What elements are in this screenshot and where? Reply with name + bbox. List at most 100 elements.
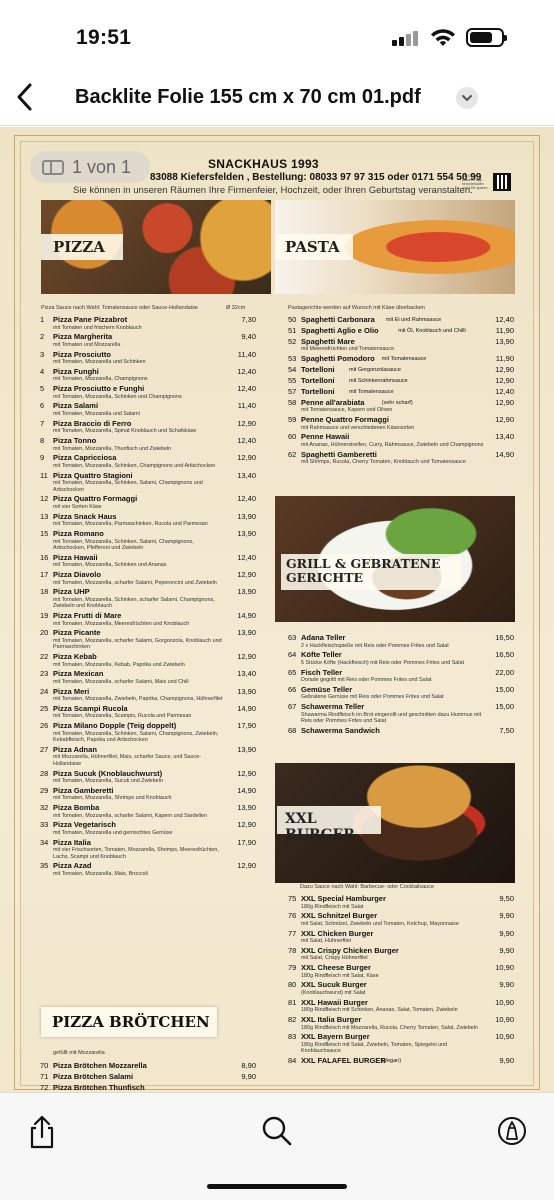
pizza-item-name: Pizza Picante xyxy=(53,628,101,638)
pizza-size-note: Ø 32cm xyxy=(226,305,246,311)
burger-item-price: 10,90 xyxy=(495,997,514,1007)
status-time: 19:51 xyxy=(76,26,132,49)
pizza-item-number: 12 xyxy=(40,494,49,504)
burger-item-name: XXL Cheese Burger xyxy=(301,963,371,973)
pizza-item: 18 Pizza UHP 13,90 mit Tomaten, Mozzarella,… xyxy=(40,587,256,609)
pasta-item-price: 12,40 xyxy=(495,386,514,396)
burger-item-number: 84 xyxy=(288,1056,297,1066)
grill-item: 64 Köfte Teller 16,50 5 Stücke Köfte (Hackf… xyxy=(288,650,514,666)
grill-item-name: Schawerma Teller xyxy=(301,702,365,712)
page-thumbnail-icon xyxy=(42,160,64,175)
pasta-item-number: 62 xyxy=(288,449,297,459)
home-indicator xyxy=(207,1184,347,1189)
cellular-signal-icon xyxy=(392,30,422,46)
pasta-item-price: 12,90 xyxy=(495,414,514,424)
pizza-item-number: 13 xyxy=(40,511,49,521)
grill-item-number: 66 xyxy=(288,684,297,694)
pizza-item-name: Pizza Prosciutto e Funghi xyxy=(53,384,145,394)
qr-code xyxy=(493,173,511,191)
burger-item: 76 XXL Schnitzel Burger 9,90 mit Salat, Sch… xyxy=(288,911,514,927)
burger-item: 78 XXL Crispy Chicken Burger 9,90 mit Salat… xyxy=(288,946,514,962)
pizza-item-price: 9,40 xyxy=(241,332,256,342)
pasta-item-name: Penne Quattro Formaggi xyxy=(301,414,389,424)
pizza-item-price: 17,90 xyxy=(237,837,256,847)
pizza-item: 12 Pizza Quattro Formaggi 12,40 mit vier So… xyxy=(40,494,256,510)
pizza-item: 7 Pizza Braccio di Ferro 12,90 mit Tomaten,… xyxy=(40,419,256,435)
pizza-item-number: 22 xyxy=(40,651,49,661)
pasta-note: Pastagerichte werden auf Wunsch mit Käse… xyxy=(288,305,425,311)
pizza-item-price: 13,90 xyxy=(237,803,256,813)
pizza-item-name: Pizza Meri xyxy=(53,686,90,696)
share-icon xyxy=(30,1115,54,1149)
page-indicator-text: 1 von 1 xyxy=(72,157,132,177)
pizza-item-name: Pizza Braccio di Ferro xyxy=(53,418,132,428)
burger-item-number: 83 xyxy=(288,1032,297,1042)
pizza-item-price: 13,90 xyxy=(237,528,256,538)
pizza-item-number: 20 xyxy=(40,628,49,638)
pasta-item-price: 11,90 xyxy=(495,354,514,364)
grill-heading: GRILL & GEBRATENE GERICHTE xyxy=(281,554,461,590)
pizza-item: 19 Pizza Frutti di Mare 14,90 mit Tomaten, … xyxy=(40,611,256,627)
pizza-item-number: 26 xyxy=(40,721,49,731)
pizza-item-name: Pizza Margherita xyxy=(53,332,113,342)
pizza-item-name: Pizza Italia xyxy=(53,837,91,847)
menu-poster: SNACKHAUS 1993 83088 Kiefersfelden , Bes… xyxy=(0,127,554,1092)
pizza-item-price: 11,40 xyxy=(237,349,256,359)
pizza-list: 1 Pizza Pane Pizzabrot 7,30 mit Tomaten und… xyxy=(40,315,256,879)
pizza-broetchen-item: 71 Pizza Brötchen Salami 9,90 xyxy=(40,1072,256,1082)
title-menu-button[interactable] xyxy=(456,87,478,109)
grill-item-number: 63 xyxy=(288,633,297,642)
pizza-item-name: Pizza Milano Dopple (Teig doppelt) xyxy=(53,721,177,731)
pizza-item-name: Pizza Hawaii xyxy=(53,552,98,562)
pizza-item-number: 15 xyxy=(40,528,49,538)
burger-item-name: XXL Schnitzel Burger xyxy=(301,911,378,921)
pizza-item-name: Pizza Gamberetti xyxy=(53,785,114,795)
grill-item-name: Fisch Teller xyxy=(301,667,343,677)
pizza-item: 4 Pizza Funghi 12,40 mit Tomaten, Mozzarell… xyxy=(40,367,256,383)
pasta-item-price: 12,90 xyxy=(495,375,514,385)
pasta-item-name: Spaghetti Pomodoro xyxy=(301,354,375,364)
pasta-item-number: 52 xyxy=(288,336,297,346)
grill-item: 68 Schawerma Sandwich 7,50 xyxy=(288,726,514,736)
share-button[interactable] xyxy=(22,1111,62,1151)
pizza-item-price: 12,90 xyxy=(237,861,256,871)
grill-item-price: 22,00 xyxy=(495,667,514,677)
battery-icon xyxy=(466,28,507,47)
back-button[interactable] xyxy=(10,80,42,114)
pasta-item-name: Spaghetti Carbonara xyxy=(301,315,375,324)
pizza-item-price: 14,90 xyxy=(237,610,256,620)
burger-item-name: XXL FALAFEL BURGER xyxy=(301,1056,386,1066)
pizza-broetchen-heading: PIZZA BRÖTCHEN xyxy=(41,1007,217,1037)
pizza-photo: PIZZA xyxy=(41,200,271,294)
burger-item-price: 9,90 xyxy=(499,911,514,921)
pizza-item-name: Pizza Capricciosa xyxy=(53,453,117,463)
pizza-item: 11 Pizza Quattro Stagioni 13,40 mit Tomaten… xyxy=(40,471,256,493)
pizza-item-price: 12,90 xyxy=(237,453,256,463)
burger-item-number: 79 xyxy=(288,963,297,973)
pizza-item-price: 11,40 xyxy=(237,401,256,411)
shop-address: 83088 Kiefersfelden , Bestellung: 08033 … xyxy=(150,172,482,183)
pizza-item: 13 Pizza Snack Haus 13,90 mit Tomaten, Mozz… xyxy=(40,512,256,528)
pasta-item-number: 58 xyxy=(288,397,297,407)
search-button[interactable] xyxy=(257,1111,297,1151)
pizza-item-number: 16 xyxy=(40,552,49,562)
pdf-page[interactable]: SNACKHAUS 1993 83088 Kiefersfelden , Bes… xyxy=(0,127,554,1092)
burger-item-name: XXL Italia Burger xyxy=(301,1015,362,1025)
pizza-item-price: 13,40 xyxy=(237,470,256,480)
pizza-item-name: Pizza Quattro Stagioni xyxy=(53,470,133,480)
markup-button[interactable] xyxy=(492,1111,532,1151)
pasta-item-number: 60 xyxy=(288,432,297,442)
shop-subtitle: Sie können in unseren Räumen Ihre Firmen… xyxy=(73,185,473,196)
grill-item: 63 Adana Teller 16,50 2 x Hackfleischspieße… xyxy=(288,633,514,649)
burger-item: 77 XXL Chicken Burger 9,90 mit Salat, Hühne… xyxy=(288,929,514,945)
pizza-item-name: Pizza Adnan xyxy=(53,744,97,754)
burger-item-price: 10,90 xyxy=(495,963,514,973)
burger-item-name: XXL Special Hamburger xyxy=(301,894,386,903)
pizza-item: 28 Pizza Sucuk (Knoblauchwurst) 12,90 mit T… xyxy=(40,769,256,785)
burger-photo: XXL BURGER xyxy=(275,763,515,883)
pizza-item-price: 12,90 xyxy=(237,651,256,661)
grill-item-price: 15,00 xyxy=(495,702,514,712)
burger-item-number: 77 xyxy=(288,928,297,938)
document-title: Backlite Folie 155 cm x 70 cm 01.pdf xyxy=(75,86,421,108)
burger-item-number: 75 xyxy=(288,894,297,903)
